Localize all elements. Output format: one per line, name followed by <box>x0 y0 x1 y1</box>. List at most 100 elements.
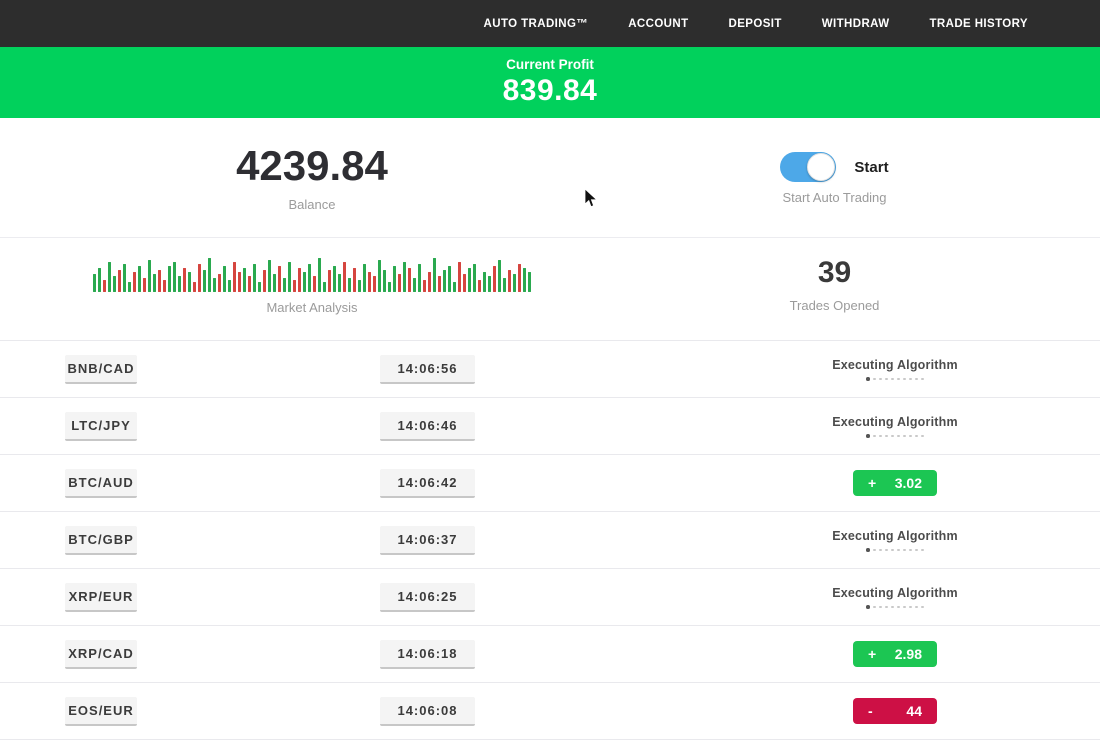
trade-status: Executing Algorithm <box>795 341 995 397</box>
market-bar <box>123 264 126 292</box>
profit-badge: +2.98 <box>853 641 937 667</box>
trade-row: BTC/GBP14:06:37Executing Algorithm <box>0 512 1100 569</box>
market-bar <box>468 268 471 292</box>
market-bar <box>388 282 391 292</box>
market-bar <box>108 262 111 292</box>
current-profit-banner: Current Profit 839.84 <box>0 47 1100 118</box>
pair-badge: BNB/CAD <box>65 355 137 384</box>
market-bar <box>318 258 321 292</box>
progress-dots <box>866 378 924 381</box>
profit-badge: +3.02 <box>853 470 937 496</box>
nav-item-account[interactable]: ACCOUNT <box>628 18 688 30</box>
time-badge: 14:06:37 <box>380 526 475 555</box>
market-bar <box>223 266 226 292</box>
market-bar <box>253 264 256 292</box>
market-bar <box>438 276 441 292</box>
market-bar <box>138 266 141 292</box>
market-bar <box>323 282 326 292</box>
market-bar <box>338 274 341 292</box>
market-bar <box>498 260 501 292</box>
market-bar <box>383 270 386 292</box>
market-bar <box>473 264 476 292</box>
market-bar <box>183 268 186 292</box>
market-bar <box>153 274 156 292</box>
market-bar <box>158 270 161 292</box>
market-bar <box>448 266 451 292</box>
market-bar <box>443 270 446 292</box>
market-bar <box>308 264 311 292</box>
market-bar <box>503 278 506 292</box>
pnl-sign: + <box>868 475 876 491</box>
executing-algorithm-label: Executing Algorithm <box>832 529 958 543</box>
time-badge: 14:06:46 <box>380 412 475 441</box>
market-bar <box>368 272 371 292</box>
progress-dots <box>866 606 924 609</box>
trades-opened-label: Trades Opened <box>790 298 880 313</box>
market-bar <box>313 276 316 292</box>
pair-badge: LTC/JPY <box>65 412 137 441</box>
market-bar <box>243 268 246 292</box>
market-bar <box>228 280 231 292</box>
nav-menu: AUTO TRADING™ ACCOUNT DEPOSIT WITHDRAW TRADE… <box>484 18 1028 30</box>
executing-algorithm-label: Executing Algorithm <box>832 358 958 372</box>
market-bar <box>458 262 461 292</box>
market-bar <box>188 272 191 292</box>
trade-row: XRP/EUR 14:06:25 Executing Algorithm <box>0 569 1100 626</box>
mouse-cursor-icon <box>584 188 599 209</box>
market-bar <box>463 274 466 292</box>
market-bar <box>98 268 101 292</box>
market-analysis-label: Market Analysis <box>266 300 357 315</box>
toggle-label: Start <box>854 159 888 176</box>
executing-algorithm-label: Executing Algorithm <box>832 586 958 600</box>
trade-row: BTC/AUD14:06:42+3.02 <box>0 455 1100 512</box>
time-badge: 14:06:56 <box>380 355 475 384</box>
time-badge: 14:06:08 <box>380 697 475 726</box>
trade-row: LTC/JPY 14:06:46 Executing Algorithm <box>0 398 1100 455</box>
market-bar <box>298 268 301 292</box>
current-profit-label: Current Profit <box>506 57 594 72</box>
pair-badge: XRP/EUR <box>65 583 137 612</box>
market-bar <box>493 266 496 292</box>
nav-item-deposit[interactable]: DEPOSIT <box>729 18 782 30</box>
trade-row: EOS/EUR 14:06:08 -44 <box>0 683 1100 740</box>
market-bar <box>128 282 131 292</box>
market-bar <box>238 272 241 292</box>
market-bar <box>163 280 166 292</box>
trades-opened-value: 39 <box>818 256 851 290</box>
market-bar <box>133 272 136 292</box>
auto-trading-toggle[interactable] <box>780 152 836 182</box>
start-auto-trading-label: Start Auto Trading <box>782 190 886 205</box>
trade-row: BNB/CAD 14:06:56 Executing Algorithm <box>0 341 1100 398</box>
toggle-knob <box>807 153 835 181</box>
nav-item-withdraw[interactable]: WITHDRAW <box>822 18 890 30</box>
market-bar <box>478 280 481 292</box>
current-profit-value: 839.84 <box>503 74 598 108</box>
market-bar <box>103 280 106 292</box>
market-bar <box>213 278 216 292</box>
nav-item-auto-trading[interactable]: AUTO TRADING™ <box>484 18 589 30</box>
pnl-amount: 2.98 <box>895 646 922 662</box>
market-bar <box>208 258 211 292</box>
market-bar <box>373 276 376 292</box>
executing-algorithm-label: Executing Algorithm <box>832 415 958 429</box>
market-bar <box>113 276 116 292</box>
pair-badge: XRP/CAD <box>65 640 137 669</box>
auto-trading-dashboard: AUTO TRADING™ ACCOUNT DEPOSIT WITHDRAW TRADE… <box>0 0 1100 742</box>
market-bar <box>353 268 356 292</box>
trade-status: -44 <box>795 683 995 739</box>
balance-section: 4239.84 Balance Start Start Auto Trading <box>0 118 1100 238</box>
pnl-amount: 3.02 <box>895 475 922 491</box>
market-bar <box>328 270 331 292</box>
balance-label: Balance <box>289 197 336 212</box>
market-bar <box>268 260 271 292</box>
market-bar <box>303 272 306 292</box>
market-bar <box>508 270 511 292</box>
market-bar <box>363 264 366 292</box>
market-bar <box>413 278 416 292</box>
time-badge: 14:06:25 <box>380 583 475 612</box>
pair-badge: EOS/EUR <box>65 697 137 726</box>
pnl-sign: + <box>868 646 876 662</box>
market-bar <box>348 278 351 292</box>
nav-item-trade-history[interactable]: TRADE HISTORY <box>930 18 1029 30</box>
market-bar <box>403 262 406 292</box>
